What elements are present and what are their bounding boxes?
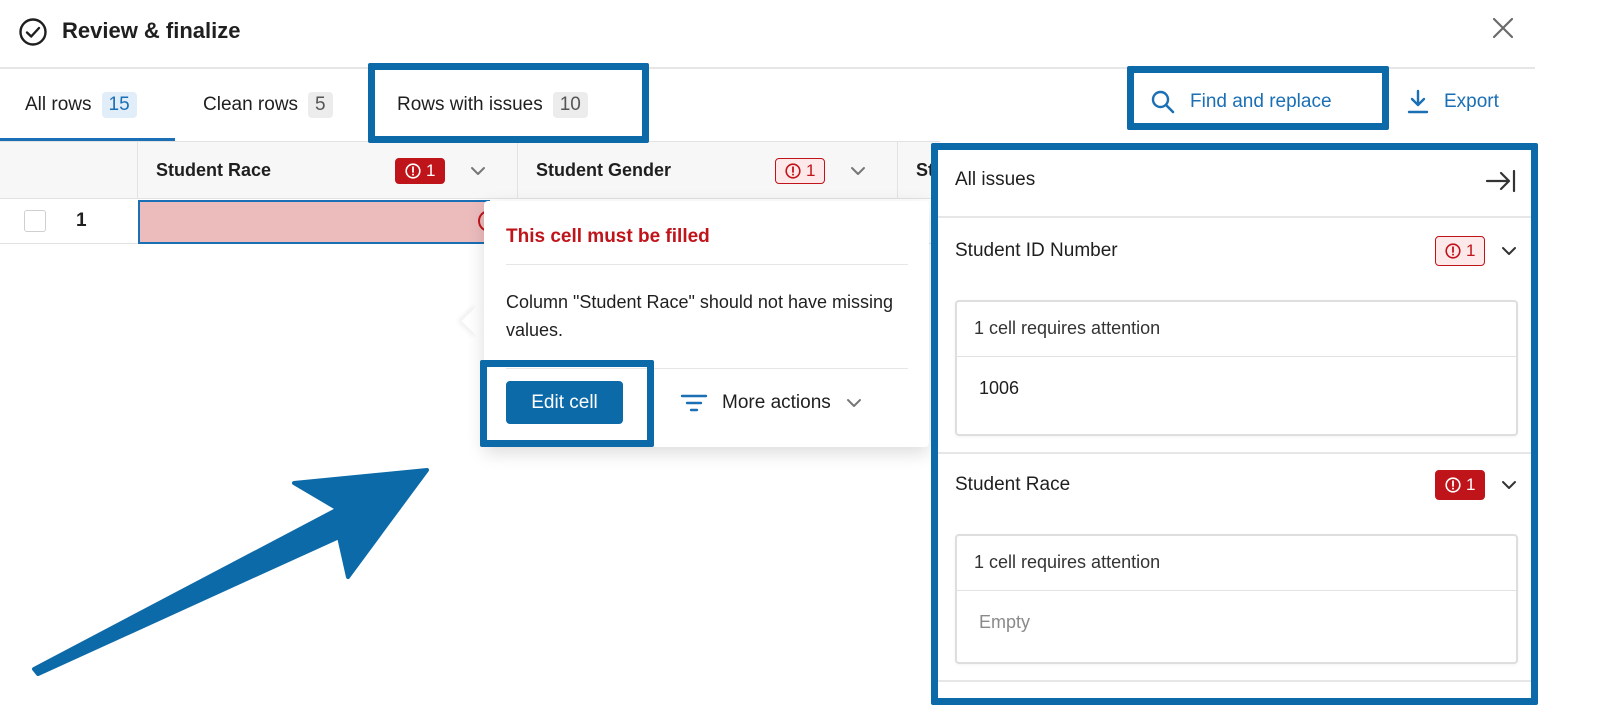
header-divider <box>0 67 1535 69</box>
row-checkbox[interactable] <box>24 210 46 232</box>
chevron-down-icon[interactable] <box>469 162 487 180</box>
error-cell-student-race[interactable] <box>138 200 490 244</box>
issue-column-name[interactable]: Student ID Number <box>955 236 1118 266</box>
column-title: Student Gender <box>536 160 672 180</box>
issue-cell-value[interactable]: Empty <box>979 612 1030 633</box>
issue-group-student-id-number: Student ID Number 1 1 cell requires atte… <box>938 220 1531 452</box>
filter-icon <box>680 394 708 412</box>
find-and-replace-label: Find and replace <box>1190 91 1332 112</box>
collapse-panel-icon[interactable] <box>1484 166 1518 196</box>
alert-circle-icon <box>785 162 801 179</box>
chevron-down-icon[interactable] <box>849 162 867 180</box>
export-button[interactable]: Export <box>1406 86 1499 118</box>
column-title: Student Race <box>156 160 272 180</box>
more-actions-button[interactable]: More actions <box>680 388 863 418</box>
issue-count: 1 <box>806 160 816 180</box>
annotation-arrow <box>32 468 429 676</box>
row-number: 1 <box>76 210 87 231</box>
popover-divider <box>506 368 908 369</box>
issue-group-student-race: Student Race 1 1 cell requires attention… <box>938 454 1531 684</box>
alert-circle-icon <box>1445 477 1461 493</box>
issue-count: 1 <box>1466 241 1476 260</box>
close-icon[interactable] <box>1488 13 1518 43</box>
group-divider <box>938 680 1531 682</box>
issue-card: 1 cell requires attention 1006 <box>955 300 1518 436</box>
issue-card: 1 cell requires attention Empty <box>955 534 1518 664</box>
issue-column-name[interactable]: Student Race <box>955 470 1070 500</box>
tab-label: Rows with issues <box>397 94 543 115</box>
tab-count-badge: 5 <box>308 92 333 118</box>
tab-label: All rows <box>25 94 92 115</box>
column-title: St <box>916 160 934 180</box>
popover-title: This cell must be filled <box>506 226 710 247</box>
export-label: Export <box>1444 91 1499 112</box>
search-icon <box>1151 90 1175 114</box>
issue-count-badge: 1 <box>1435 470 1486 500</box>
tab-count-badge: 10 <box>552 92 588 118</box>
issue-count-badge[interactable]: 1 <box>395 157 446 184</box>
tab-count-badge: 15 <box>101 92 137 118</box>
popover-divider <box>506 264 908 265</box>
popover-message: Column "Student Race" should not have mi… <box>506 292 893 340</box>
tab-rows-with-issues[interactable]: Rows with issues 10 <box>397 88 588 122</box>
download-icon <box>1407 89 1429 114</box>
check-circle-icon <box>19 18 47 46</box>
edit-cell-button[interactable]: Edit cell <box>506 381 623 424</box>
column-header-student-gender[interactable]: Student Gender 1 <box>517 142 897 199</box>
alert-circle-icon <box>405 162 421 179</box>
chevron-down-icon[interactable] <box>1500 476 1518 494</box>
card-divider <box>957 590 1516 591</box>
tab-label: Clean rows <box>203 94 299 115</box>
page-title: Review & finalize <box>62 18 241 43</box>
issue-summary: 1 cell requires attention <box>974 552 1161 572</box>
alert-circle-icon <box>1445 243 1461 259</box>
issue-count: 1 <box>1466 475 1476 494</box>
panel-title: All issues <box>955 169 1036 190</box>
tab-all-rows[interactable]: All rows 15 <box>25 88 137 122</box>
issue-summary: 1 cell requires attention <box>974 318 1161 338</box>
find-and-replace-button[interactable]: Find and replace <box>1150 86 1332 118</box>
issue-count: 1 <box>426 160 436 180</box>
tab-clean-rows[interactable]: Clean rows 5 <box>203 88 333 122</box>
panel-header: All issues <box>938 150 1531 218</box>
card-divider <box>957 356 1516 357</box>
chevron-down-icon[interactable] <box>1500 242 1518 260</box>
more-actions-label: More actions <box>722 392 831 413</box>
issue-count-badge: 1 <box>1435 236 1486 266</box>
issues-panel: All issues Student ID Number 1 1 cell re… <box>938 150 1531 698</box>
column-header-student-race[interactable]: Student Race 1 <box>137 142 517 199</box>
issue-cell-value[interactable]: 1006 <box>979 378 1019 399</box>
issue-count-badge[interactable]: 1 <box>775 157 826 184</box>
chevron-down-icon <box>846 399 861 407</box>
